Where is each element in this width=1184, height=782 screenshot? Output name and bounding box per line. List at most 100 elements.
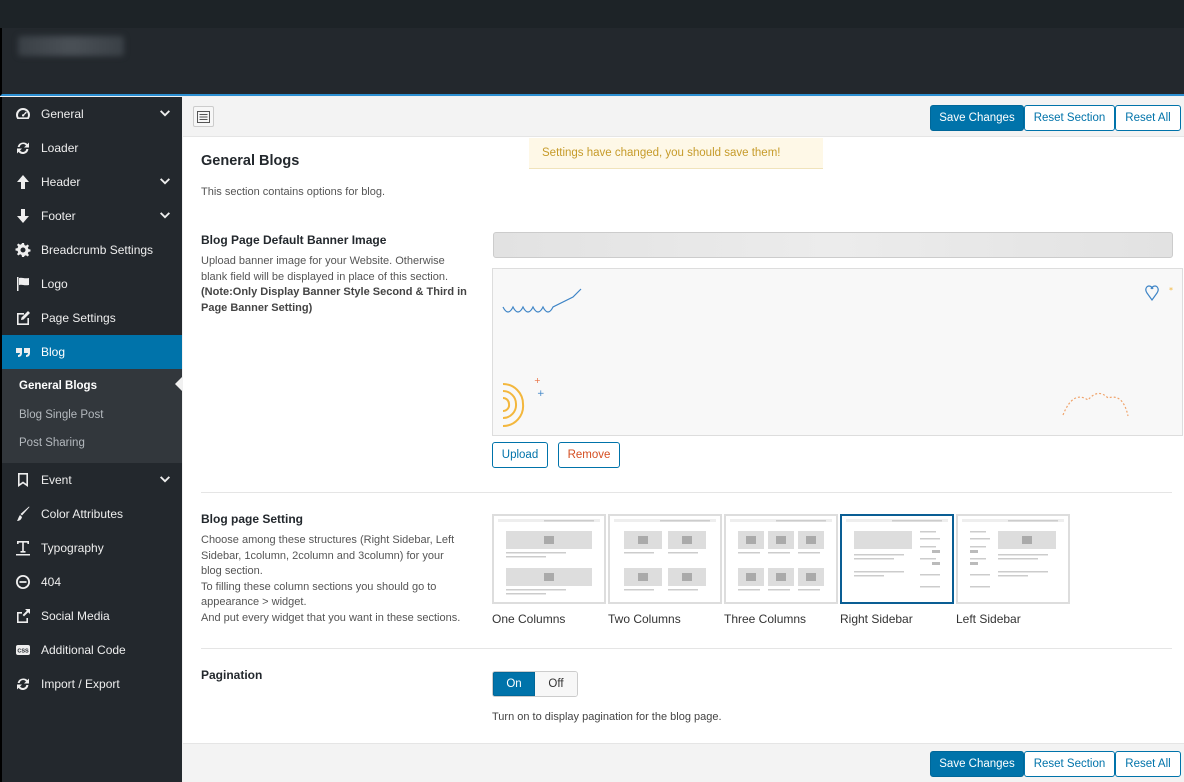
field-divider [201, 648, 1172, 649]
layout-label-left-sidebar: Left Sidebar [956, 612, 1021, 626]
sidebar-sub-post-sharing[interactable]: Post Sharing [2, 429, 182, 458]
two-column-thumbnail [614, 519, 716, 591]
sidebar-item-label: Header [41, 175, 81, 189]
admin-topbar [0, 0, 1184, 28]
layout-option-three-columns[interactable] [724, 514, 838, 604]
desc-line: appearance > widget. [201, 596, 307, 608]
sidebar-item-label: Logo [41, 277, 68, 291]
svg-text:+: + [534, 376, 541, 385]
reset-section-button-bottom[interactable]: Reset Section [1024, 751, 1115, 777]
banner-preview-image: + + * [492, 268, 1183, 436]
banner-url-input[interactable] [493, 232, 1173, 258]
sidebar-sub-general-blogs[interactable]: General Blogs [2, 372, 182, 401]
sidebar-item-label: Typography [41, 540, 104, 555]
left-sidebar-thumbnail [962, 519, 1064, 588]
bookmark-icon [14, 471, 32, 489]
sidebar-item-404[interactable]: 404 [2, 565, 182, 599]
upload-button[interactable]: Upload [492, 442, 548, 468]
flag-icon [14, 275, 32, 293]
sidebar-item-label: Social Media [41, 608, 110, 623]
gauge-icon [14, 105, 32, 123]
chevron-down-icon [158, 107, 172, 121]
layout-field-title: Blog page Setting [201, 512, 303, 526]
blog-submenu: General Blogs Blog Single Post Post Shar… [2, 369, 182, 463]
desc-line: And put every widget that you want in th… [201, 611, 461, 624]
pagination-off-button[interactable]: Off [535, 672, 577, 696]
svg-text:CSS: CSS [17, 648, 29, 654]
note-line: (Note:Only Display Banner Style Second &… [201, 286, 467, 298]
save-changes-button-bottom[interactable]: Save Changes [930, 751, 1024, 777]
layout-option-right-sidebar[interactable] [840, 514, 954, 604]
panel-header [0, 28, 1184, 96]
sidebar-item-general[interactable]: General [2, 97, 182, 131]
sidebar-item-label: Footer [41, 209, 76, 223]
sidebar-item-loader[interactable]: Loader [2, 131, 182, 165]
note-line: Page Banner Setting) [201, 301, 313, 314]
refresh-icon [14, 675, 32, 693]
layout-option-left-sidebar[interactable] [956, 514, 1070, 604]
sidebar-item-logo[interactable]: Logo [2, 267, 182, 301]
desc-line: blank field will be displayed in place o… [201, 270, 449, 283]
edit-icon [14, 309, 32, 327]
remove-button[interactable]: Remove [558, 442, 620, 468]
sidebar-item-label: Color Attributes [41, 506, 124, 521]
three-column-thumbnail [730, 519, 832, 591]
quote-icon [14, 343, 32, 361]
sidebar-item-label: Breadcrumb Settings [41, 243, 154, 257]
top-toolbar: Save Changes Reset Section Reset All [183, 97, 1184, 137]
sidebar-item-label: Page Settings [41, 311, 116, 325]
sidebar-item-label: Blog [41, 345, 66, 359]
layout-label-three-columns: Three Columns [724, 612, 807, 626]
arrow-up-icon [14, 173, 32, 191]
sidebar-item-social-media[interactable]: Social Media [2, 599, 182, 633]
section-title: General Blogs [201, 153, 300, 169]
sidebar-item-additional-code[interactable]: CSS Additional Code [2, 633, 182, 667]
chevron-down-icon [158, 175, 172, 189]
arrow-down-icon [14, 207, 32, 225]
sidebar-item-breadcrumb-settings[interactable]: Breadcrumb Settings [2, 233, 182, 267]
sidebar-item-color-attributes[interactable]: Color Attributes [2, 497, 182, 531]
panel-logo [18, 36, 124, 56]
sidebar-item-footer[interactable]: Footer [2, 199, 182, 233]
brush-icon [14, 505, 32, 523]
layout-label-two-columns: Two Columns [608, 612, 681, 626]
sidebar-sub-blog-single-post[interactable]: Blog Single Post [2, 401, 182, 430]
refresh-icon [14, 139, 32, 157]
minus-circle-icon [14, 573, 32, 591]
pagination-on-button[interactable]: On [493, 672, 535, 696]
reset-all-button-bottom[interactable]: Reset All [1115, 751, 1181, 777]
options-sidebar: General Loader Header Footer Breadcrumb … [0, 97, 182, 782]
sidebar-item-label: 404 [41, 574, 62, 589]
pagination-toggle[interactable]: On Off [492, 671, 578, 697]
desc-line: blog section. [201, 565, 263, 577]
svg-text:*: * [1169, 286, 1173, 295]
layout-option-one-columns[interactable] [492, 514, 606, 604]
reset-section-button[interactable]: Reset Section [1024, 105, 1115, 131]
save-changes-button[interactable]: Save Changes [930, 105, 1024, 131]
sidebar-item-label: Additional Code [41, 642, 126, 657]
layout-label-right-sidebar: Right Sidebar [840, 612, 913, 626]
banner-decoration: + + * [502, 285, 1173, 428]
text-icon [14, 539, 32, 557]
expand-options-button[interactable] [193, 106, 214, 127]
chevron-down-icon [158, 209, 172, 223]
banner-field-description: Upload banner image for your Website. Ot… [201, 254, 476, 316]
reset-all-button[interactable]: Reset All [1115, 105, 1181, 131]
sidebar-item-page-settings[interactable]: Page Settings [2, 301, 182, 335]
sidebar-item-blog[interactable]: Blog [2, 335, 182, 369]
one-column-thumbnail [498, 519, 600, 595]
options-main: Save Changes Reset Section Reset All Set… [183, 97, 1184, 782]
current-indicator [175, 377, 182, 391]
desc-line: Choose among these structures (Right Sid… [201, 534, 455, 546]
sidebar-item-import-export[interactable]: Import / Export [2, 667, 182, 701]
css-icon: CSS [14, 641, 32, 659]
sidebar-item-header[interactable]: Header [2, 165, 182, 199]
sidebar-item-label: General [41, 107, 84, 121]
sidebar-item-label: Import / Export [41, 676, 120, 691]
layout-option-two-columns[interactable] [608, 514, 722, 604]
unsaved-notice: Settings have changed, you should save t… [529, 138, 823, 169]
sidebar-item-event[interactable]: Event [2, 463, 182, 497]
share-icon [14, 607, 32, 625]
sidebar-item-typography[interactable]: Typography [2, 531, 182, 565]
pagination-help-text: Turn on to display pagination for the bl… [492, 711, 722, 723]
